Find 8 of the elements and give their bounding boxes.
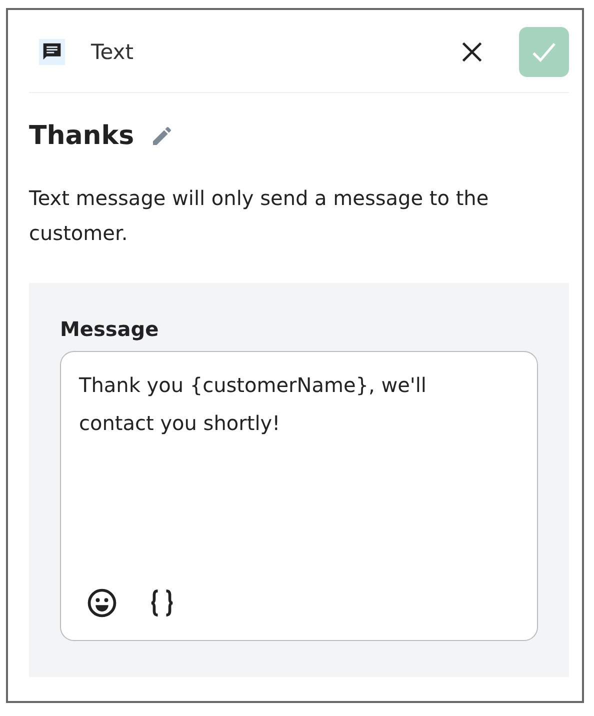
message-field[interactable]: Thank you {customerName}, we'll contact you shortly! — [60, 351, 538, 641]
close-icon[interactable] — [461, 41, 483, 63]
description-text: Text message will only send a message to the customer. — [29, 185, 490, 247]
message-icon — [39, 39, 65, 65]
step-title: Thanks — [29, 121, 134, 151]
node-type-label: Text — [91, 40, 134, 64]
emoji-icon[interactable] — [85, 586, 119, 620]
message-label: Message — [60, 317, 160, 341]
